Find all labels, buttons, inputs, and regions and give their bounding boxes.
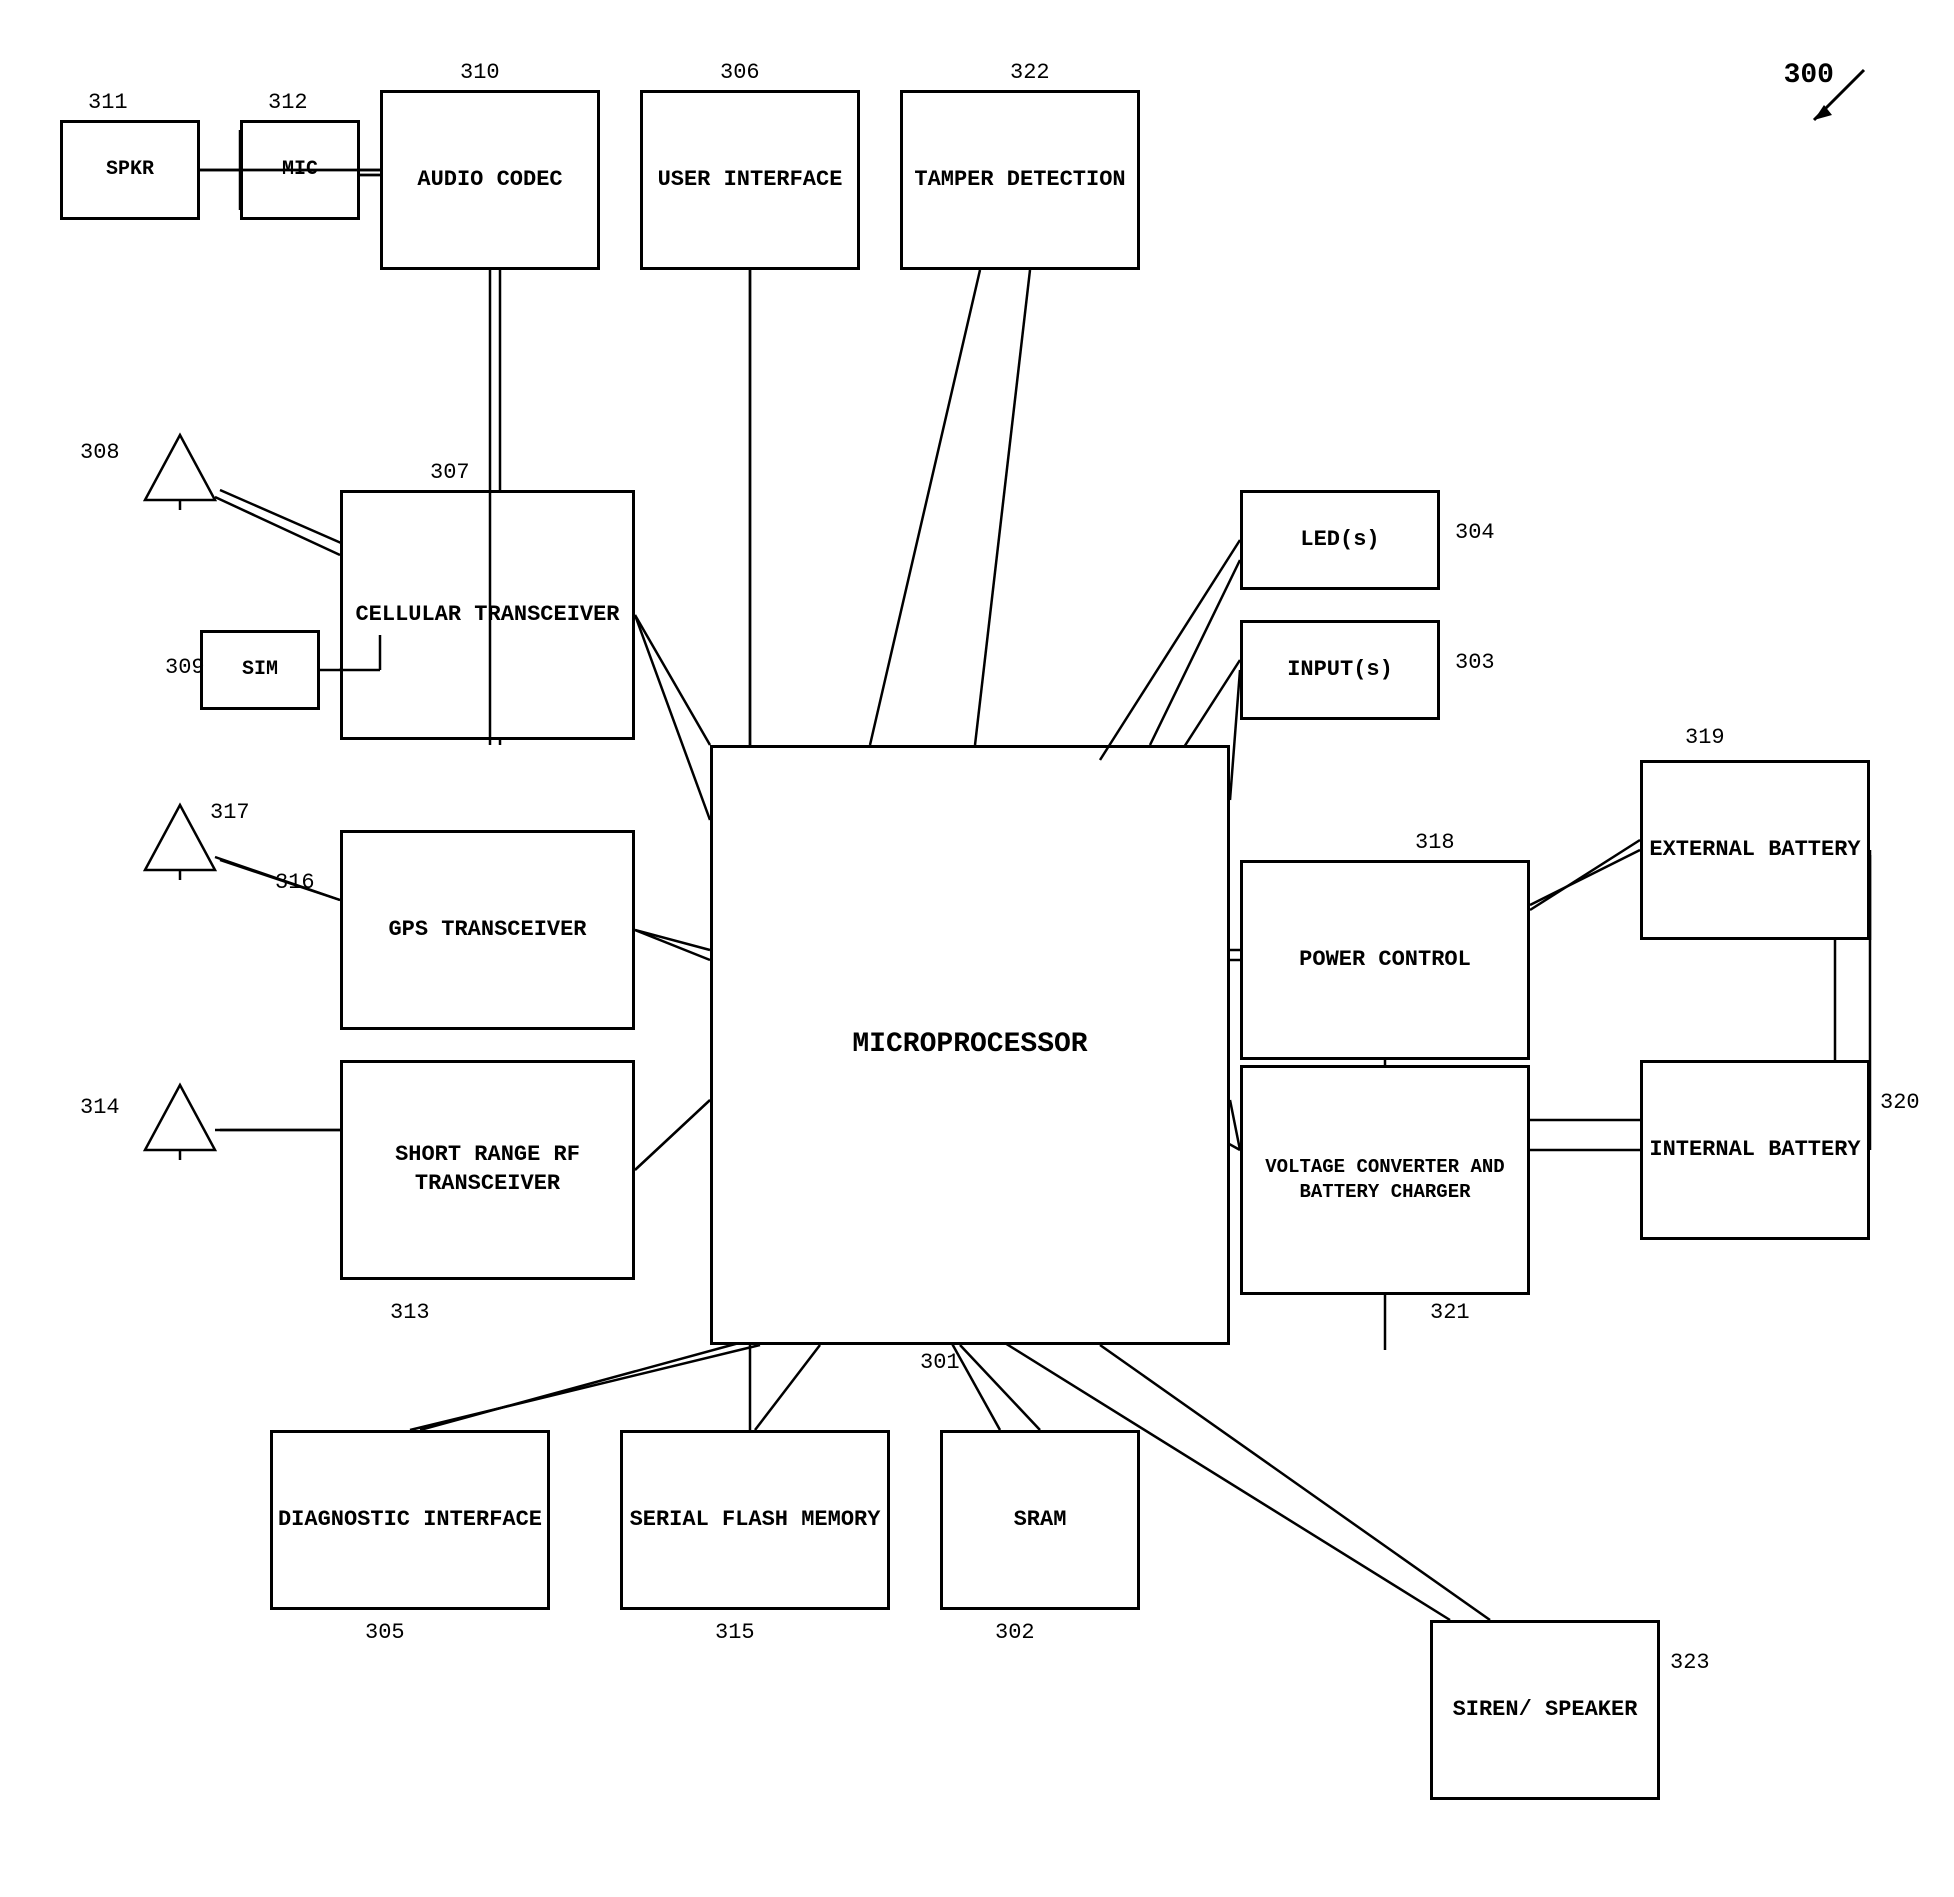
ref-301: 301 — [920, 1350, 960, 1375]
ref-303: 303 — [1455, 650, 1495, 675]
ref-316: 316 — [275, 870, 315, 895]
ref-320: 320 — [1880, 1090, 1920, 1115]
ref-308: 308 — [80, 440, 120, 465]
ref-309: 309 — [165, 655, 205, 680]
audio-codec-box: AUDIO CODEC — [380, 90, 600, 270]
serial-flash-memory-box: SERIAL FLASH MEMORY — [620, 1430, 890, 1610]
voltage-converter-box: VOLTAGE CONVERTER AND BATTERY CHARGER — [1240, 1065, 1530, 1295]
ref-311: 311 — [88, 90, 128, 115]
ref-307: 307 — [430, 460, 470, 485]
microprocessor-box: MICROPROCESSOR — [710, 745, 1230, 1345]
ref-305: 305 — [365, 1620, 405, 1645]
diagnostic-interface-box: DIAGNOSTIC INTERFACE — [270, 1430, 550, 1610]
arrow-300 — [1794, 60, 1874, 140]
mic-box: MIC — [240, 120, 360, 220]
power-control-box: POWER CONTROL — [1240, 860, 1530, 1060]
ref-322: 322 — [1010, 60, 1050, 85]
antenna-308 — [140, 430, 220, 510]
sim-box: SIM — [200, 630, 320, 710]
ref-304: 304 — [1455, 520, 1495, 545]
cellular-transceiver-box: CELLULAR TRANSCEIVER — [340, 490, 635, 740]
ref-314: 314 — [80, 1095, 120, 1120]
gps-transceiver-box: GPS TRANSCEIVER — [340, 830, 635, 1030]
ref-317: 317 — [210, 800, 250, 825]
antenna-317 — [140, 800, 220, 880]
leds-box: LED(s) — [1240, 490, 1440, 590]
spkr-box: SPKR — [60, 120, 200, 220]
ref-319: 319 — [1685, 725, 1725, 750]
ref-310: 310 — [460, 60, 500, 85]
ref-312: 312 — [268, 90, 308, 115]
ref-318: 318 — [1415, 830, 1455, 855]
user-interface-box: USER INTERFACE — [640, 90, 860, 270]
antenna-314 — [140, 1080, 220, 1160]
internal-battery-box: INTERNAL BATTERY — [1640, 1060, 1870, 1240]
ref-315: 315 — [715, 1620, 755, 1645]
ref-306: 306 — [720, 60, 760, 85]
inputs-box: INPUT(s) — [1240, 620, 1440, 720]
external-battery-box: EXTERNAL BATTERY — [1640, 760, 1870, 940]
block-diagram: 300 SPKR 311 MIC 312 AUDIO CODEC 310 USE… — [0, 0, 1954, 1897]
siren-speaker-box: SIREN/ SPEAKER — [1430, 1620, 1660, 1800]
ref-302: 302 — [995, 1620, 1035, 1645]
tamper-detection-box: TAMPER DETECTION — [900, 90, 1140, 270]
ref-321: 321 — [1430, 1300, 1470, 1325]
ref-313: 313 — [390, 1300, 430, 1325]
short-range-rf-box: SHORT RANGE RF TRANSCEIVER — [340, 1060, 635, 1280]
sram-box: SRAM — [940, 1430, 1140, 1610]
ref-323: 323 — [1670, 1650, 1710, 1675]
